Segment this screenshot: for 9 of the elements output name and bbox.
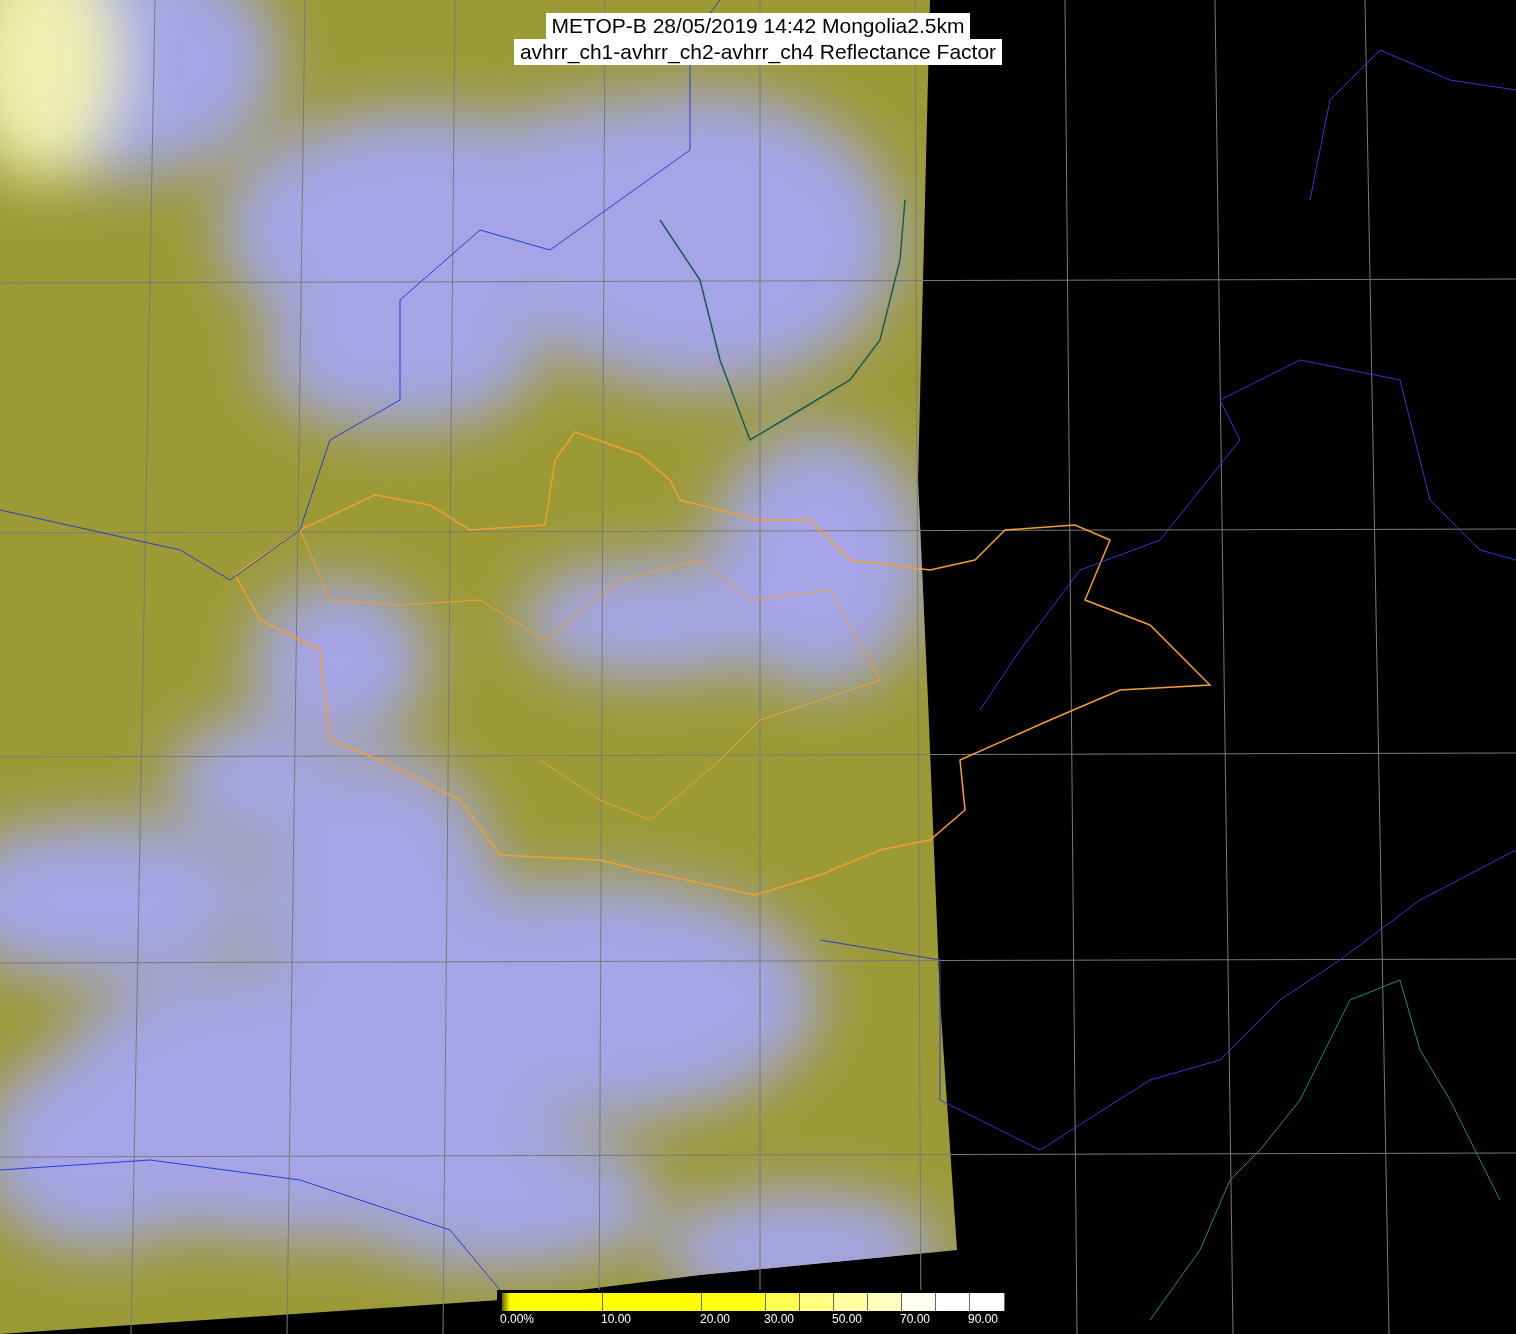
legend-tick-label: 70.00 bbox=[900, 1312, 931, 1326]
map-title: avhrr_ch1-avhrr_ch2-avhrr_ch4 Reflectance Factor bbox=[513, 39, 1003, 65]
legend-tick-label: 20.00 bbox=[700, 1312, 731, 1326]
legend-tick-label: 10.00 bbox=[601, 1312, 632, 1326]
legend-tick-label: 50.00 bbox=[832, 1312, 863, 1326]
legend-tick-label: 90.00 bbox=[968, 1312, 999, 1326]
legend-tick-label: 0.00% bbox=[500, 1312, 535, 1326]
legend-tick-label: 30.00 bbox=[764, 1312, 795, 1326]
map-title: METOP-B 28/05/2019 14:42 Mongolia2.5km bbox=[545, 13, 971, 39]
